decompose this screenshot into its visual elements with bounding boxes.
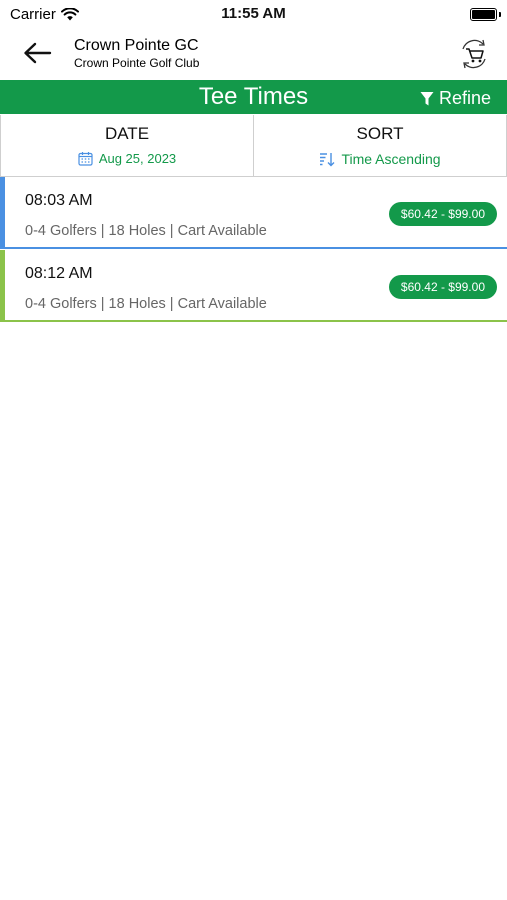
battery-icon <box>470 8 497 21</box>
tee-time: 08:12 AM <box>25 265 93 282</box>
date-label: DATE <box>104 124 150 143</box>
row-accent-bar <box>0 177 5 249</box>
tee-time-row[interactable]: 08:12 AM 0-4 Golfers | 18 Holes | Cart A… <box>0 250 507 322</box>
course-subtitle: Crown Pointe Golf Club <box>74 56 200 70</box>
battery-tip <box>499 12 501 17</box>
price-badge: $60.42 - $99.00 <box>388 275 497 299</box>
course-title: Crown Pointe GC <box>74 37 199 54</box>
arrow-left-icon <box>24 42 52 64</box>
status-bar: Carrier 11:55 AM <box>0 0 507 28</box>
sort-value-row: Time Ascending <box>319 151 441 167</box>
sort-filter[interactable]: SORT Time Ascending <box>254 115 507 176</box>
date-filter[interactable]: DATE Aug 25, 2023 <box>0 115 254 176</box>
refine-button[interactable]: Refine <box>420 88 491 109</box>
row-divider <box>0 320 507 322</box>
cart-button[interactable] <box>457 37 491 71</box>
sort-descending-icon <box>320 152 335 166</box>
tee-time-row[interactable]: 08:03 AM 0-4 Golfers | 18 Holes | Cart A… <box>0 177 507 249</box>
price-badge: $60.42 - $99.00 <box>388 202 497 226</box>
row-accent-bar <box>0 250 5 322</box>
sort-label: SORT <box>356 124 404 143</box>
status-time: 11:55 AM <box>221 5 286 22</box>
date-value-row: Aug 25, 2023 <box>78 151 176 166</box>
filter-icon <box>420 91 434 105</box>
row-divider <box>0 247 507 249</box>
tee-details: 0-4 Golfers | 18 Holes | Cart Available <box>25 223 267 239</box>
title-bar: Tee Times Refine <box>0 80 507 114</box>
tee-details: 0-4 Golfers | 18 Holes | Cart Available <box>25 296 267 312</box>
back-button[interactable] <box>22 38 62 68</box>
tee-time: 08:03 AM <box>25 192 93 209</box>
cart-refresh-icon <box>462 39 486 69</box>
filter-bar: DATE Aug 25, 2023 SORT Time Ascending <box>0 115 507 177</box>
refine-label: Refine <box>438 88 491 108</box>
date-value: Aug 25, 2023 <box>98 151 177 166</box>
calendar-icon <box>78 152 93 166</box>
nav-header: Crown Pointe GC Crown Pointe Golf Club <box>0 28 507 80</box>
sort-value: Time Ascending <box>341 151 441 167</box>
